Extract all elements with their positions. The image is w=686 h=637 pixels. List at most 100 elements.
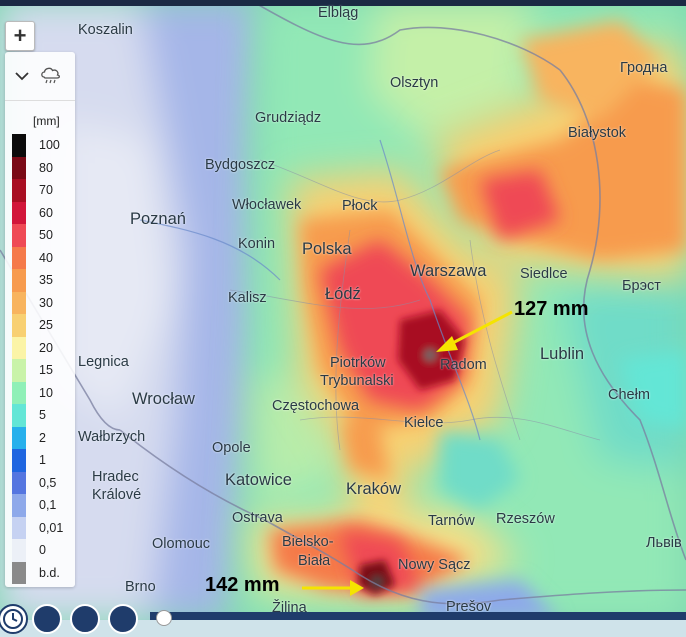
legend-label: 0,5 — [39, 475, 57, 490]
rain-cloud-icon — [41, 67, 60, 84]
place-trybunalski: Trybunalski — [320, 373, 394, 389]
legend-label: 0,1 — [39, 498, 57, 513]
place-elblag: Elbląg — [318, 5, 359, 21]
timeline-handle[interactable] — [156, 610, 172, 626]
legend-row: 1 — [5, 449, 75, 472]
legend-label: 5 — [39, 408, 46, 423]
legend-row: 20 — [5, 336, 75, 359]
rewind-icon[interactable] — [32, 604, 62, 634]
legend-header[interactable] — [5, 52, 75, 101]
legend-label: 60 — [39, 205, 53, 220]
legend-label: 2 — [39, 430, 46, 445]
legend-label: 70 — [39, 183, 53, 198]
place-kralove: Králové — [92, 487, 142, 503]
place-opole: Opole — [212, 440, 251, 456]
place-lodz: Łódź — [325, 285, 361, 303]
legend-label: 1 — [39, 453, 46, 468]
place-krakow: Kraków — [346, 480, 402, 498]
legend-row: 30 — [5, 291, 75, 314]
place-hradec: Hradec — [92, 469, 139, 485]
legend-label: 50 — [39, 228, 53, 243]
legend-row: 15 — [5, 359, 75, 382]
place-piotrkow: Piotrków — [330, 355, 386, 371]
place-poznan: Poznań — [130, 210, 186, 228]
place-brno: Brno — [125, 579, 156, 595]
legend-scale: 100 80 70 60 50 40 35 30 25 20 15 10 5 2 1 0,5 0,1 0,01 0 b… — [5, 134, 75, 584]
legend-label: 25 — [39, 318, 53, 333]
annotation-tatra-max: 142 mm — [205, 574, 280, 596]
legend-row: 35 — [5, 269, 75, 292]
legend-swatch — [12, 291, 26, 314]
place-radom: Radom — [440, 357, 487, 373]
place-wroclaw: Wrocław — [132, 390, 195, 408]
clock-icon[interactable] — [0, 604, 28, 634]
place-warszawa: Warszawa — [410, 262, 487, 280]
legend-swatch — [12, 404, 26, 427]
chevron-down-icon[interactable] — [15, 71, 29, 81]
legend-row: 70 — [5, 179, 75, 202]
place-koszalin: Koszalin — [78, 22, 133, 38]
legend-panel: [mm] 100 80 70 60 50 40 35 30 25 20 15 10 5 2 1 0,5 0,1 0… — [5, 52, 75, 587]
legend-label: 15 — [39, 363, 53, 378]
legend-row: 40 — [5, 246, 75, 269]
legend-row: 10 — [5, 381, 75, 404]
place-grodno: Гродна — [620, 60, 668, 76]
legend-swatch — [12, 561, 26, 584]
legend-label: 35 — [39, 273, 53, 288]
place-olsztyn: Olsztyn — [390, 75, 439, 91]
zoom-in-button[interactable]: + — [5, 21, 35, 51]
legend-swatch — [12, 201, 26, 224]
legend-swatch — [12, 156, 26, 179]
place-rzeszow: Rzeszów — [496, 511, 555, 527]
place-wloclawek: Włocławek — [232, 197, 302, 213]
legend-unit: [mm] — [33, 114, 60, 128]
legend-label: b.d. — [39, 565, 60, 580]
place-tarnow: Tarnów — [428, 513, 475, 529]
legend-swatch — [12, 246, 26, 269]
legend-label: 0,01 — [39, 520, 64, 535]
place-bydgoszcz: Bydgoszcz — [205, 157, 276, 173]
place-plock: Płock — [342, 198, 378, 214]
legend-swatch — [12, 314, 26, 337]
legend-row: 0,5 — [5, 471, 75, 494]
legend-row: 50 — [5, 224, 75, 247]
legend-row: 100 — [5, 134, 75, 157]
place-walbrzych: Wałbrzych — [78, 429, 146, 445]
place-kalisz: Kalisz — [228, 290, 267, 306]
legend-row: b.d. — [5, 561, 75, 584]
place-konin: Konin — [238, 236, 276, 252]
legend-swatch — [12, 359, 26, 382]
place-bialystok: Białystok — [568, 125, 627, 141]
legend-row: 0,01 — [5, 516, 75, 539]
legend-swatch — [12, 179, 26, 202]
fast-forward-icon[interactable] — [108, 604, 138, 634]
annotation-radom-max: 127 mm — [514, 298, 589, 320]
legend-swatch — [12, 381, 26, 404]
legend-swatch — [12, 224, 26, 247]
legend-row: 80 — [5, 156, 75, 179]
place-biala: Biała — [298, 553, 331, 569]
place-ostrava: Ostrava — [232, 510, 283, 526]
legend-row: 60 — [5, 201, 75, 224]
legend-label: 0 — [39, 543, 46, 558]
place-kielce: Kielce — [404, 415, 444, 431]
play-icon[interactable] — [70, 604, 100, 634]
legend-label: 40 — [39, 250, 53, 265]
legend-swatch — [12, 336, 26, 359]
place-siedlce: Siedlce — [520, 266, 568, 282]
place-grudziadz: Grudziądz — [255, 110, 322, 126]
legend-swatch — [12, 134, 26, 157]
legend-label: 30 — [39, 295, 53, 310]
legend-swatch — [12, 449, 26, 472]
place-olomouc: Olomouc — [152, 536, 211, 552]
legend-swatch — [12, 516, 26, 539]
legend-label: 100 — [39, 138, 60, 153]
place-nowysacz: Nowy Sącz — [398, 557, 471, 573]
legend-label: 80 — [39, 160, 53, 175]
place-katowice: Katowice — [225, 471, 292, 489]
legend-label: 20 — [39, 340, 53, 355]
legend-swatch — [12, 471, 26, 494]
timeline-slider[interactable] — [150, 612, 686, 620]
legend-row: 2 — [5, 426, 75, 449]
legend-swatch — [12, 494, 26, 517]
